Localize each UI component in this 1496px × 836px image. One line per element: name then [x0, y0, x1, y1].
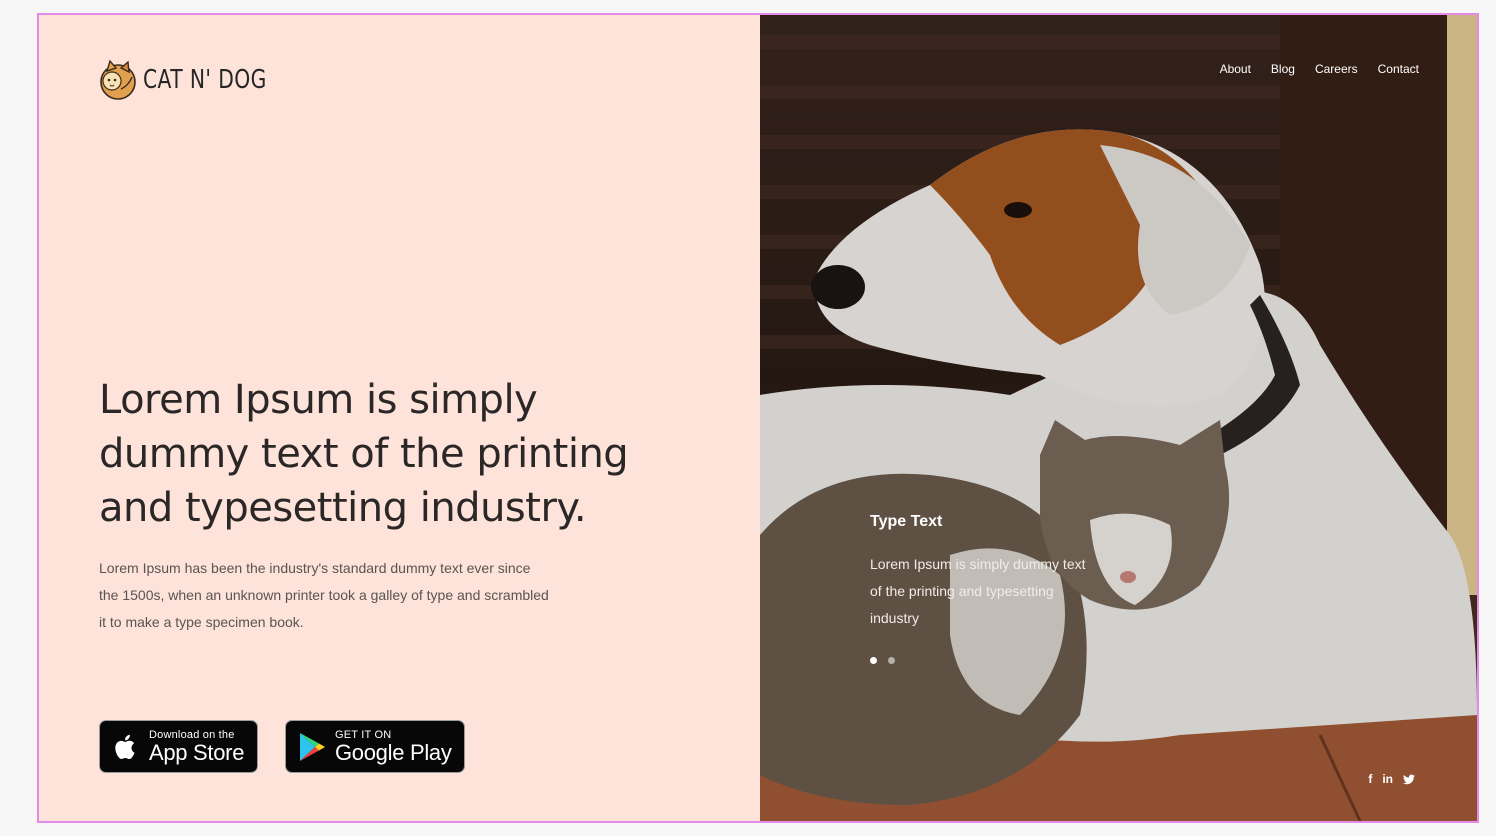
carousel-dots: [870, 657, 895, 664]
apple-icon: [115, 734, 135, 759]
slide-title: Type Text: [870, 513, 943, 530]
twitter-icon[interactable]: [1403, 774, 1415, 785]
google-play-button[interactable]: GET IT ON Google Play: [285, 720, 465, 773]
google-play-big-label: Google Play: [335, 739, 452, 765]
top-navigation: About Blog Careers Contact: [1220, 62, 1419, 76]
nav-item-contact[interactable]: Contact: [1378, 62, 1419, 76]
cat-dog-logo-icon: [100, 59, 136, 100]
hero-headline: Lorem Ipsum is simply dummy text of the …: [99, 377, 629, 531]
hero-image-panel: About Blog Careers Contact Type Text Lor…: [760, 15, 1477, 821]
app-store-big-label: App Store: [149, 739, 245, 765]
slide-caption: Type Text Lorem Ipsum is simply dummy te…: [870, 513, 1100, 632]
facebook-icon[interactable]: f: [1368, 772, 1372, 786]
page-frame: CAT N' DOG Lorem Ipsum is simply dummy t…: [37, 13, 1479, 823]
carousel-dot-2[interactable]: [888, 657, 895, 664]
app-store-button[interactable]: Download on the App Store: [99, 720, 258, 773]
brand-logo[interactable]: CAT N' DOG: [99, 59, 302, 101]
dog-and-cat-photo: [760, 15, 1477, 821]
photo-shade: [760, 15, 1477, 821]
slide-text: Lorem Ipsum is simply dummy text of the …: [870, 556, 1086, 626]
google-play-small-label: GET IT ON: [335, 728, 392, 741]
nav-item-careers[interactable]: Careers: [1315, 62, 1358, 76]
nav-item-about[interactable]: About: [1220, 62, 1251, 76]
app-store-small-label: Download on the: [149, 728, 235, 741]
left-panel: CAT N' DOG Lorem Ipsum is simply dummy t…: [39, 15, 760, 821]
nav-item-blog[interactable]: Blog: [1271, 62, 1295, 76]
carousel-dot-1[interactable]: [870, 657, 877, 664]
google-play-icon: [300, 732, 325, 761]
hero-body-text: Lorem Ipsum has been the industry's stan…: [99, 560, 549, 630]
brand-name: CAT N' DOG: [143, 65, 267, 95]
linkedin-icon[interactable]: in: [1382, 772, 1393, 786]
social-links: f in: [1368, 772, 1415, 786]
